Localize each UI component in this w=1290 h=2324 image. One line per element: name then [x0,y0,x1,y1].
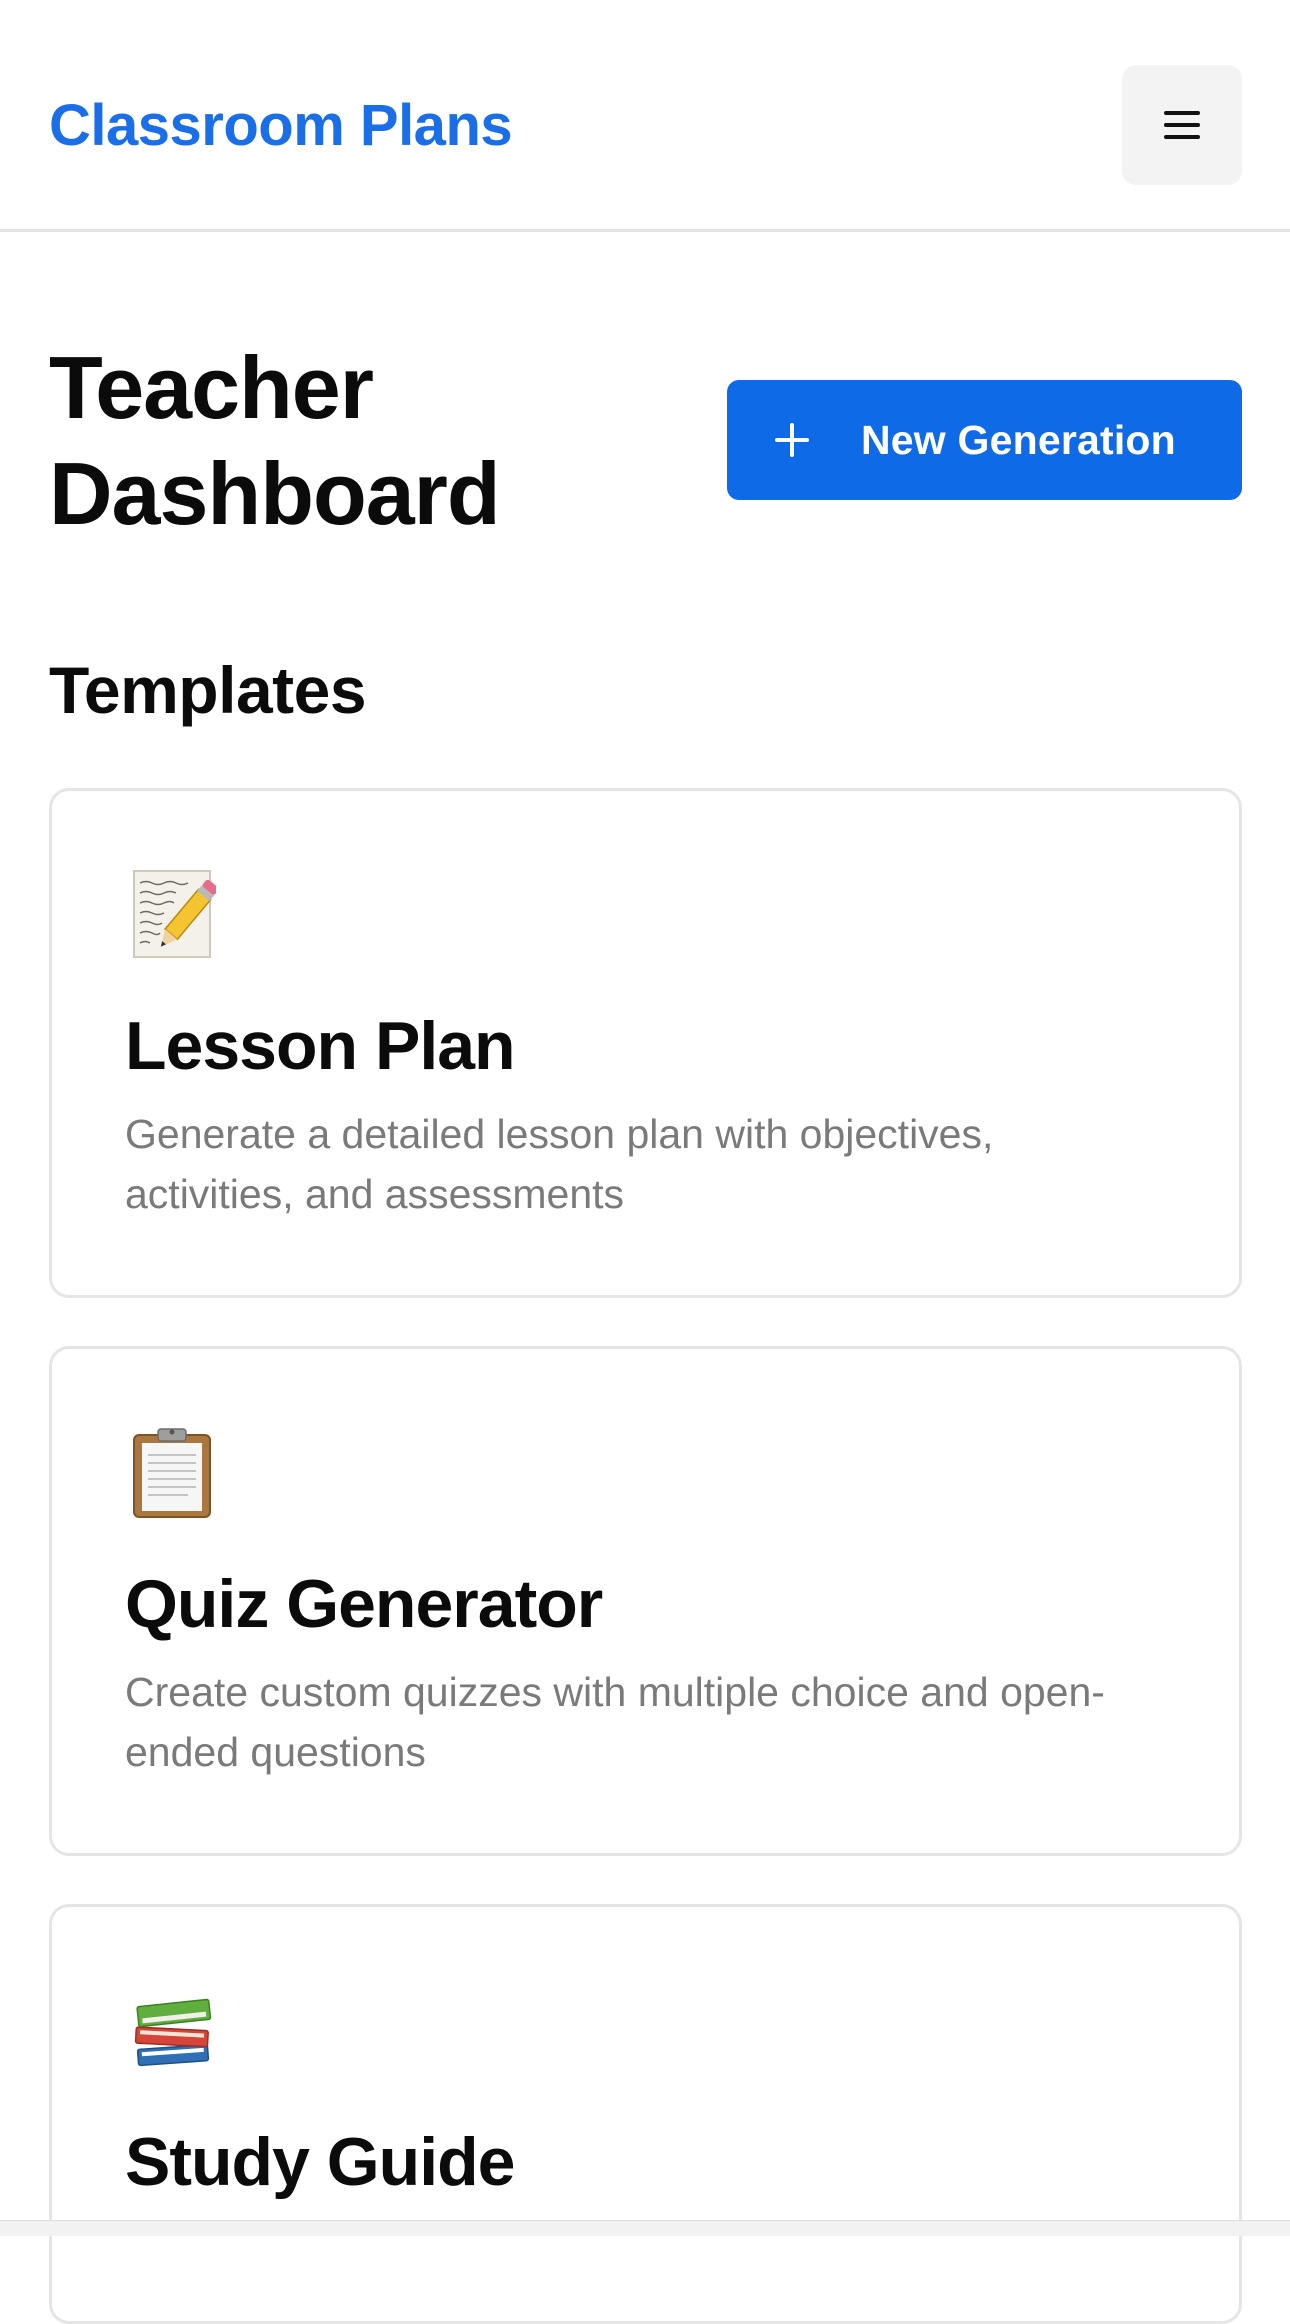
app-header: Classroom Plans [0,0,1290,232]
card-title: Quiz Generator [125,1566,603,1642]
plus-icon [775,423,809,457]
new-generation-label: New Generation [861,416,1176,463]
brand-logo-text[interactable]: Classroom Plans [49,88,513,164]
page-title: Teacher Dashboard [49,338,501,543]
bottom-toolbar-edge [0,2220,1290,2236]
template-card-study-guide[interactable]: Study Guide [49,1904,1242,2324]
card-title: Lesson Plan [125,1008,516,1084]
memo-pencil-icon [132,869,219,961]
hamburger-menu-icon [1164,111,1200,139]
card-description: Generate a detailed lesson plan with obj… [125,1111,994,1217]
clipboard-icon [132,1427,216,1519]
books-icon [132,1985,216,2077]
new-generation-button[interactable]: New Generation [727,380,1242,500]
template-card-lesson-plan[interactable]: Lesson Plan Generate a detailed lesson p… [49,788,1242,1298]
card-title: Study Guide [125,2124,515,2200]
menu-button[interactable] [1122,65,1242,185]
template-card-quiz-generator[interactable]: Quiz Generator Create custom quizzes wit… [49,1346,1242,1856]
templates-heading: Templates [49,653,367,727]
card-description: Create custom quizzes with multiple choi… [125,1669,1105,1775]
